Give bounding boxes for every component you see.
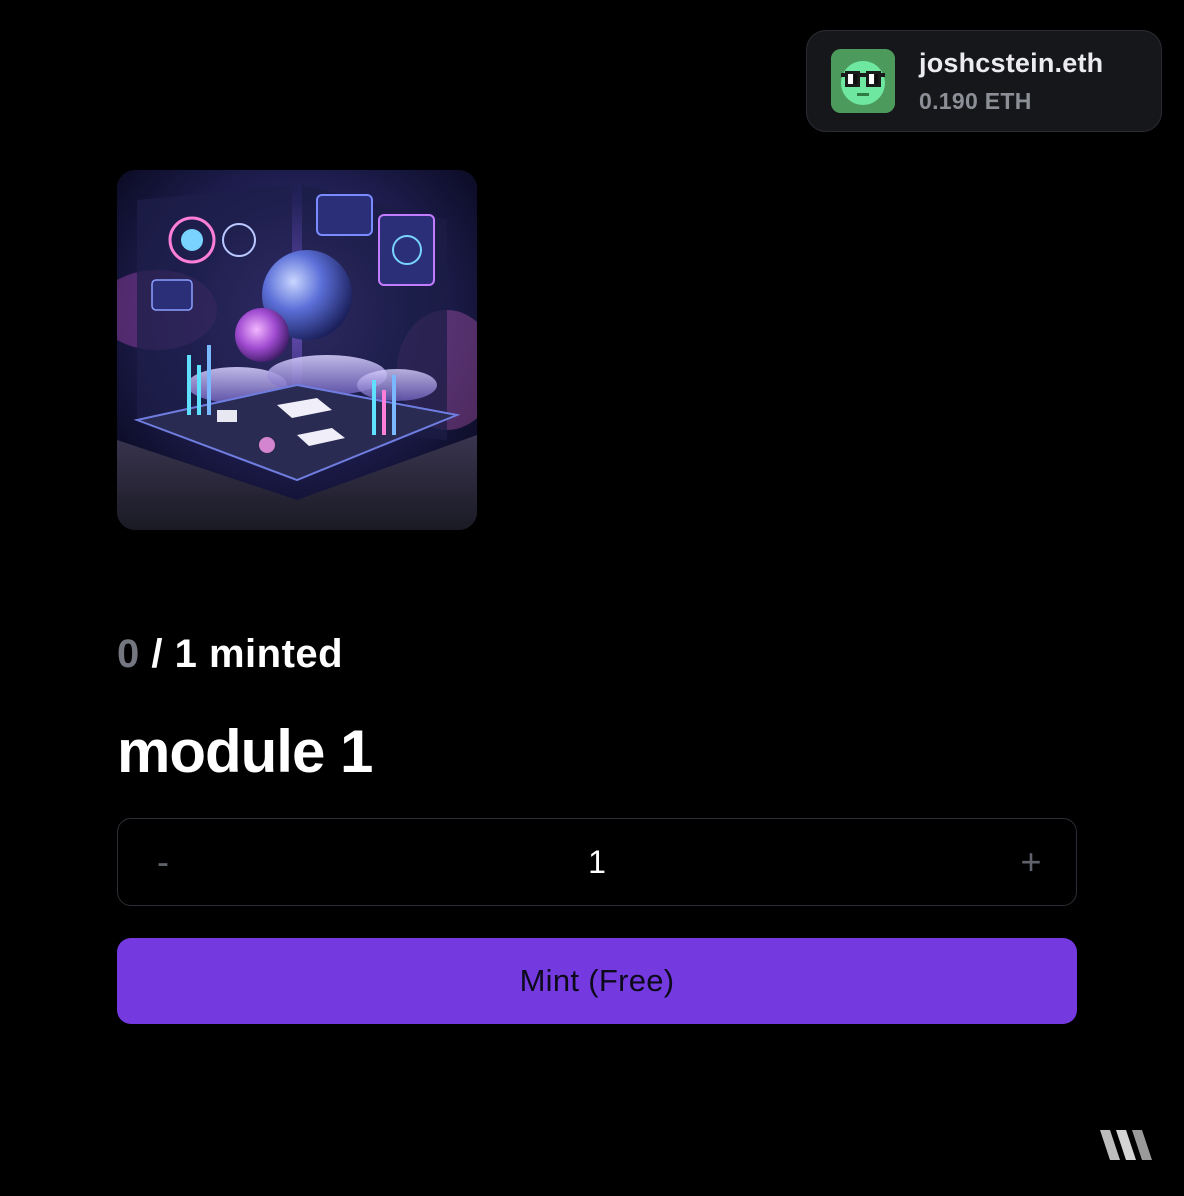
minted-counter: 0 / 1 minted <box>117 628 343 680</box>
nft-title: module 1 <box>117 718 373 785</box>
wallet-ens-name: joshcstein.eth <box>919 48 1104 78</box>
minted-count: 0 <box>117 632 140 676</box>
minted-total: / 1 minted <box>139 632 344 676</box>
mint-button[interactable]: Mint (Free) <box>117 938 1077 1024</box>
increment-button[interactable]: + <box>986 819 1076 905</box>
brand-logo-icon[interactable] <box>1098 1126 1156 1166</box>
quantity-stepper: - + <box>117 818 1077 906</box>
pixel-glasses-avatar-icon <box>831 49 895 113</box>
nft-artwork-image <box>117 170 477 530</box>
wallet-account-button[interactable]: joshcstein.eth 0.190 ETH <box>806 30 1162 132</box>
wallet-info: joshcstein.eth 0.190 ETH <box>919 47 1103 115</box>
quantity-input[interactable] <box>208 819 986 905</box>
mint-page: joshcstein.eth 0.190 ETH 0 / 1 minted mo… <box>0 0 1184 1196</box>
wallet-balance: 0.190 ETH <box>919 88 1032 114</box>
decrement-button[interactable]: - <box>118 819 208 905</box>
